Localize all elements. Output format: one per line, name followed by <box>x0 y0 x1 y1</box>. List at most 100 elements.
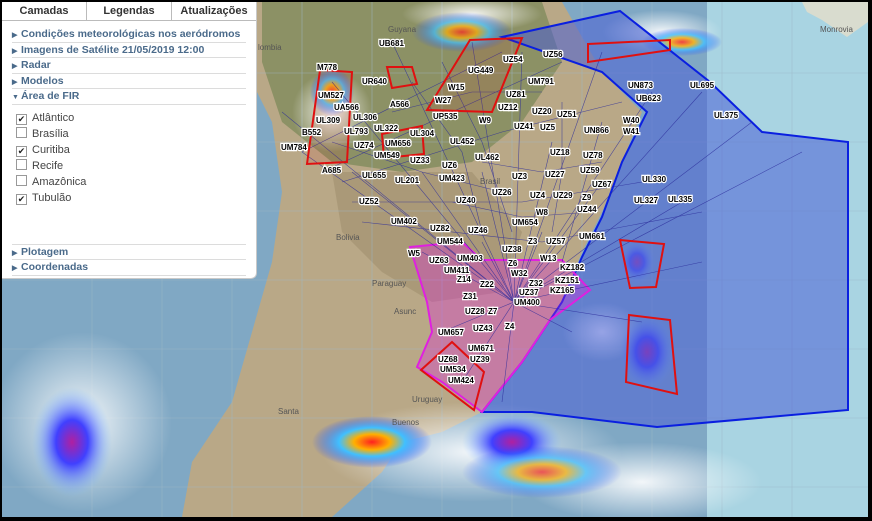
route-label: Z14 <box>457 275 471 284</box>
route-label: W9 <box>479 116 492 125</box>
route-label: UZ38 <box>502 245 522 254</box>
route-label: UM411 <box>444 266 470 275</box>
route-label: KZ151 <box>555 276 580 285</box>
geo-label: Bolivia <box>336 233 360 242</box>
route-label: UL327 <box>634 196 659 205</box>
route-label: UZ37 <box>519 288 539 297</box>
section-label: Radar <box>21 59 51 71</box>
expand-arrow-icon: ▶ <box>12 78 18 86</box>
route-label: W32 <box>511 269 528 278</box>
route-label: UM534 <box>440 365 466 374</box>
checkbox[interactable] <box>16 158 27 170</box>
fir-item-label: Brasília <box>32 127 69 140</box>
section-imagens-satelite[interactable]: ▶ Imagens de Satélite 21/05/2019 12:00 <box>12 43 246 58</box>
fir-item-label: Recife <box>32 159 64 172</box>
route-label: UZ63 <box>429 256 449 265</box>
fir-item-recife[interactable]: Recife <box>16 158 256 174</box>
route-label: W40 <box>623 116 640 125</box>
checkbox[interactable]: ✔ <box>16 193 27 205</box>
section-modelos[interactable]: ▶ Modelos <box>12 74 246 89</box>
fir-item-amazonica[interactable]: Amazônica <box>16 174 256 190</box>
route-label: UZ52 <box>359 197 379 206</box>
route-label: UZ82 <box>430 224 450 233</box>
route-label: UM661 <box>579 232 605 241</box>
route-label: UM657 <box>438 328 464 337</box>
route-label: Z31 <box>463 292 477 301</box>
route-label: UZ6 <box>442 161 458 170</box>
route-label: UB681 <box>379 39 404 48</box>
route-label: UZ39 <box>470 355 490 364</box>
geo-label: Brasil <box>480 177 500 186</box>
section-plotagem[interactable]: ▶ Plotagem <box>12 243 246 260</box>
route-label: KZ165 <box>550 286 575 295</box>
route-label: Z7 <box>488 307 498 316</box>
route-label: UM424 <box>448 376 474 385</box>
route-label: UZ59 <box>580 166 600 175</box>
route-label: UB623 <box>636 94 661 103</box>
route-label: A566 <box>390 100 410 109</box>
expand-arrow-icon: ▶ <box>12 63 18 70</box>
route-label: UZ12 <box>498 103 518 112</box>
route-label: W41 <box>623 127 640 136</box>
route-label: UM402 <box>391 217 417 226</box>
geo-label: Uruguay <box>412 395 442 404</box>
route-label: UZ44 <box>577 205 597 214</box>
route-label: UZ68 <box>438 355 458 364</box>
route-label: UM656 <box>385 139 411 148</box>
fir-item-brasilia[interactable]: Brasília <box>16 126 256 142</box>
fir-item-curitiba[interactable]: ✔ Curitiba <box>16 142 256 158</box>
route-label: UZ27 <box>545 170 565 179</box>
route-label: UZ54 <box>503 55 523 64</box>
checkbox[interactable] <box>16 174 27 186</box>
route-label: UZ43 <box>473 324 493 333</box>
section-label: Modelos <box>21 74 64 87</box>
route-label: UZ29 <box>553 191 573 200</box>
expand-arrow-icon: ▶ <box>12 265 18 272</box>
checkbox[interactable]: ✔ <box>16 113 27 125</box>
route-label: UL330 <box>642 175 667 184</box>
fir-item-label: Atlântico <box>32 111 75 124</box>
route-label: UL655 <box>362 171 387 180</box>
route-label: Z4 <box>505 322 515 331</box>
checkbox[interactable]: ✔ <box>16 145 27 157</box>
route-label: UM400 <box>514 298 540 307</box>
route-label: Z3 <box>528 237 538 246</box>
route-label: UL793 <box>344 127 369 136</box>
route-label: UZ46 <box>468 226 488 235</box>
route-label: UZ5 <box>540 123 556 132</box>
section-condicoes-aerodromos[interactable]: ▶ Condições meteorológicas nos aeródromos <box>12 27 246 43</box>
geo-label: Monrovia <box>820 25 853 34</box>
section-radar[interactable]: ▶ Radar <box>12 58 246 74</box>
route-label: UZ41 <box>514 122 534 131</box>
route-label: UZ3 <box>512 172 528 181</box>
geo-label: Paraguay <box>372 279 406 288</box>
section-label: Coordenadas <box>21 261 89 273</box>
route-label: UL306 <box>353 113 378 122</box>
tab-legendas[interactable]: Legendas <box>87 2 172 20</box>
route-label: UL304 <box>410 129 435 138</box>
section-coordenadas[interactable]: ▶ Coordenadas <box>12 260 246 276</box>
layer-control-panel[interactable]: Camadas Legendas Atualizações ▶ Condições… <box>2 2 257 279</box>
route-label: UL462 <box>475 153 500 162</box>
route-label: UL335 <box>668 195 693 204</box>
route-label: W5 <box>408 249 421 258</box>
route-label: UZ33 <box>410 156 430 165</box>
route-label: Z9 <box>582 193 592 202</box>
route-label: UZ28 <box>465 307 485 316</box>
route-label: B552 <box>302 128 322 137</box>
tab-atualizacoes[interactable]: Atualizações <box>172 2 256 20</box>
route-label: W13 <box>540 254 557 263</box>
section-label: Condições meteorológicas nos aeródromos <box>21 28 241 40</box>
route-label: UN873 <box>628 81 653 90</box>
tab-camadas[interactable]: Camadas <box>2 2 87 20</box>
route-label: UZ20 <box>532 107 552 116</box>
route-label: UZ56 <box>543 50 563 59</box>
fir-item-atlantico[interactable]: ✔ Atlântico <box>16 110 256 126</box>
geo-label: lombia <box>258 43 282 52</box>
fir-item-tubulao[interactable]: ✔ Tubulão <box>16 190 256 206</box>
route-label: UZ81 <box>506 90 526 99</box>
section-area-fir[interactable]: ▼ Área de FIR <box>12 89 246 105</box>
expand-arrow-icon: ▶ <box>12 32 18 39</box>
checkbox[interactable] <box>16 126 27 138</box>
panel-tabs: Camadas Legendas Atualizações <box>2 2 256 21</box>
